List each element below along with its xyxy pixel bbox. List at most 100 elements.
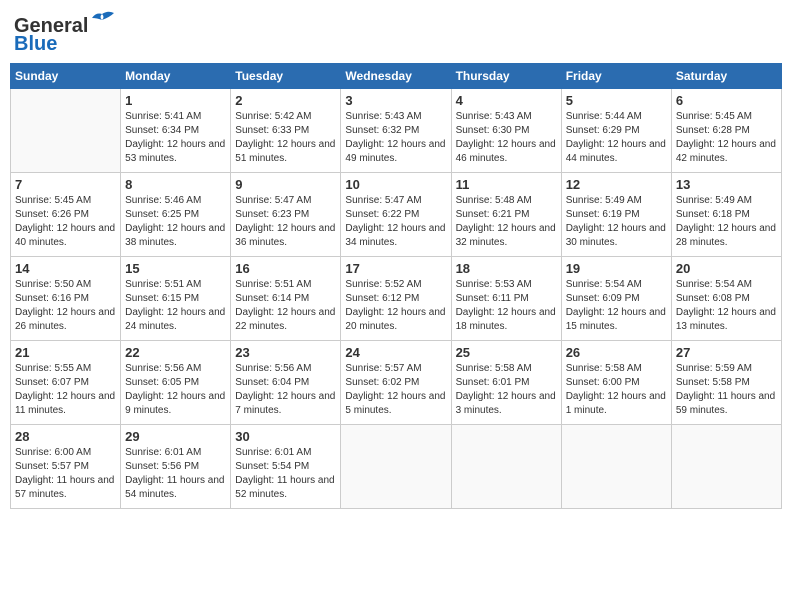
day-cell <box>561 425 671 509</box>
day-number: 21 <box>15 345 116 360</box>
page-header: General Blue <box>10 10 782 55</box>
day-cell: 10Sunrise: 5:47 AM Sunset: 6:22 PM Dayli… <box>341 173 451 257</box>
day-cell <box>11 89 121 173</box>
day-number: 19 <box>566 261 667 276</box>
day-cell: 13 Sunrise: 5:49 AM Sunset: 6:18 PM Dayli… <box>671 173 781 257</box>
day-cell: 12Sunrise: 5:49 AM Sunset: 6:19 PM Dayli… <box>561 173 671 257</box>
day-cell: 9 Sunrise: 5:47 AM Sunset: 6:23 PM Daylig… <box>231 173 341 257</box>
day-cell <box>671 425 781 509</box>
day-number: 27 <box>676 345 777 360</box>
day-cell: 29 Sunrise: 6:01 AM Sunset: 5:56 PM Dayli… <box>121 425 231 509</box>
col-header-friday: Friday <box>561 64 671 89</box>
day-info: Sunrise: 6:01 AM Sunset: 5:56 PM Dayligh… <box>125 446 226 502</box>
day-number: 3 <box>345 93 446 108</box>
day-info: Sunrise: 5:54 AM Sunset: 6:09 PM Dayligh… <box>566 278 667 334</box>
day-cell: 7 Sunrise: 5:45 AM Sunset: 6:26 PM Daylig… <box>11 173 121 257</box>
col-header-wednesday: Wednesday <box>341 64 451 89</box>
day-number: 14 <box>15 261 116 276</box>
week-row-4: 21Sunrise: 5:55 AM Sunset: 6:07 PM Dayli… <box>11 341 782 425</box>
day-cell: 24 Sunrise: 5:57 AM Sunset: 6:02 PM Dayli… <box>341 341 451 425</box>
day-info: Sunrise: 5:47 AM Sunset: 6:23 PM Dayligh… <box>235 194 336 250</box>
day-cell: 22 Sunrise: 5:56 AM Sunset: 6:05 PM Dayli… <box>121 341 231 425</box>
day-cell: 11Sunrise: 5:48 AM Sunset: 6:21 PM Dayli… <box>451 173 561 257</box>
day-cell <box>341 425 451 509</box>
day-info: Sunrise: 5:45 AM Sunset: 6:26 PM Dayligh… <box>15 194 116 250</box>
day-cell: 1 Sunrise: 5:41 AM Sunset: 6:34 PM Daylig… <box>121 89 231 173</box>
week-row-3: 14 Sunrise: 5:50 AM Sunset: 6:16 PM Dayli… <box>11 257 782 341</box>
week-row-5: 28 Sunrise: 6:00 AM Sunset: 5:57 PM Dayli… <box>11 425 782 509</box>
day-number: 1 <box>125 93 226 108</box>
day-info: Sunrise: 5:53 AM Sunset: 6:11 PM Dayligh… <box>456 278 557 334</box>
calendar-header-row: SundayMondayTuesdayWednesdayThursdayFrid… <box>11 64 782 89</box>
day-number: 23 <box>235 345 336 360</box>
day-cell <box>451 425 561 509</box>
col-header-sunday: Sunday <box>11 64 121 89</box>
day-number: 6 <box>676 93 777 108</box>
day-number: 25 <box>456 345 557 360</box>
day-number: 8 <box>125 177 226 192</box>
day-number: 20 <box>676 261 777 276</box>
day-info: Sunrise: 5:48 AM Sunset: 6:21 PM Dayligh… <box>456 194 557 250</box>
logo-svg: General Blue <box>14 10 124 55</box>
day-cell: 17 Sunrise: 5:52 AM Sunset: 6:12 PM Dayli… <box>341 257 451 341</box>
day-cell: 19 Sunrise: 5:54 AM Sunset: 6:09 PM Dayli… <box>561 257 671 341</box>
day-cell: 27 Sunrise: 5:59 AM Sunset: 5:58 PM Dayli… <box>671 341 781 425</box>
day-info: Sunrise: 5:51 AM Sunset: 6:15 PM Dayligh… <box>125 278 226 334</box>
day-info: Sunrise: 5:43 AM Sunset: 6:32 PM Dayligh… <box>345 110 446 166</box>
day-number: 29 <box>125 429 226 444</box>
day-number: 13 <box>676 177 777 192</box>
day-number: 26 <box>566 345 667 360</box>
week-row-1: 1 Sunrise: 5:41 AM Sunset: 6:34 PM Daylig… <box>11 89 782 173</box>
day-cell: 18 Sunrise: 5:53 AM Sunset: 6:11 PM Dayli… <box>451 257 561 341</box>
day-info: Sunrise: 5:41 AM Sunset: 6:34 PM Dayligh… <box>125 110 226 166</box>
day-cell: 6 Sunrise: 5:45 AM Sunset: 6:28 PM Daylig… <box>671 89 781 173</box>
day-info: Sunrise: 6:00 AM Sunset: 5:57 PM Dayligh… <box>15 446 116 502</box>
day-info: Sunrise: 5:51 AM Sunset: 6:14 PM Dayligh… <box>235 278 336 334</box>
day-number: 9 <box>235 177 336 192</box>
day-info: Sunrise: 5:46 AM Sunset: 6:25 PM Dayligh… <box>125 194 226 250</box>
day-number: 15 <box>125 261 226 276</box>
day-number: 16 <box>235 261 336 276</box>
day-cell: 25Sunrise: 5:58 AM Sunset: 6:01 PM Dayli… <box>451 341 561 425</box>
day-cell: 3 Sunrise: 5:43 AM Sunset: 6:32 PM Daylig… <box>341 89 451 173</box>
day-cell: 23Sunrise: 5:56 AM Sunset: 6:04 PM Dayli… <box>231 341 341 425</box>
day-number: 18 <box>456 261 557 276</box>
day-info: Sunrise: 6:01 AM Sunset: 5:54 PM Dayligh… <box>235 446 336 502</box>
day-cell: 30 Sunrise: 6:01 AM Sunset: 5:54 PM Dayli… <box>231 425 341 509</box>
day-info: Sunrise: 5:50 AM Sunset: 6:16 PM Dayligh… <box>15 278 116 334</box>
day-info: Sunrise: 5:45 AM Sunset: 6:28 PM Dayligh… <box>676 110 777 166</box>
day-info: Sunrise: 5:57 AM Sunset: 6:02 PM Dayligh… <box>345 362 446 418</box>
day-info: Sunrise: 5:44 AM Sunset: 6:29 PM Dayligh… <box>566 110 667 166</box>
day-info: Sunrise: 5:42 AM Sunset: 6:33 PM Dayligh… <box>235 110 336 166</box>
day-info: Sunrise: 5:59 AM Sunset: 5:58 PM Dayligh… <box>676 362 777 418</box>
day-cell: 20 Sunrise: 5:54 AM Sunset: 6:08 PM Dayli… <box>671 257 781 341</box>
day-info: Sunrise: 5:58 AM Sunset: 6:00 PM Dayligh… <box>566 362 667 418</box>
day-cell: 26 Sunrise: 5:58 AM Sunset: 6:00 PM Dayli… <box>561 341 671 425</box>
day-cell: 28 Sunrise: 6:00 AM Sunset: 5:57 PM Dayli… <box>11 425 121 509</box>
day-cell: 4Sunrise: 5:43 AM Sunset: 6:30 PM Daylig… <box>451 89 561 173</box>
day-number: 12 <box>566 177 667 192</box>
day-number: 28 <box>15 429 116 444</box>
day-number: 7 <box>15 177 116 192</box>
day-number: 22 <box>125 345 226 360</box>
col-header-saturday: Saturday <box>671 64 781 89</box>
week-row-2: 7 Sunrise: 5:45 AM Sunset: 6:26 PM Daylig… <box>11 173 782 257</box>
day-info: Sunrise: 5:56 AM Sunset: 6:05 PM Dayligh… <box>125 362 226 418</box>
calendar-table: SundayMondayTuesdayWednesdayThursdayFrid… <box>10 63 782 509</box>
col-header-monday: Monday <box>121 64 231 89</box>
day-info: Sunrise: 5:49 AM Sunset: 6:18 PM Dayligh… <box>676 194 777 250</box>
logo: General Blue <box>14 10 124 55</box>
day-number: 24 <box>345 345 446 360</box>
day-info: Sunrise: 5:52 AM Sunset: 6:12 PM Dayligh… <box>345 278 446 334</box>
day-info: Sunrise: 5:54 AM Sunset: 6:08 PM Dayligh… <box>676 278 777 334</box>
svg-text:Blue: Blue <box>14 33 57 55</box>
day-cell: 21Sunrise: 5:55 AM Sunset: 6:07 PM Dayli… <box>11 341 121 425</box>
day-number: 17 <box>345 261 446 276</box>
day-number: 30 <box>235 429 336 444</box>
day-cell: 14 Sunrise: 5:50 AM Sunset: 6:16 PM Dayli… <box>11 257 121 341</box>
day-cell: 8 Sunrise: 5:46 AM Sunset: 6:25 PM Daylig… <box>121 173 231 257</box>
day-info: Sunrise: 5:43 AM Sunset: 6:30 PM Dayligh… <box>456 110 557 166</box>
day-cell: 16 Sunrise: 5:51 AM Sunset: 6:14 PM Dayli… <box>231 257 341 341</box>
col-header-tuesday: Tuesday <box>231 64 341 89</box>
day-cell: 5Sunrise: 5:44 AM Sunset: 6:29 PM Daylig… <box>561 89 671 173</box>
